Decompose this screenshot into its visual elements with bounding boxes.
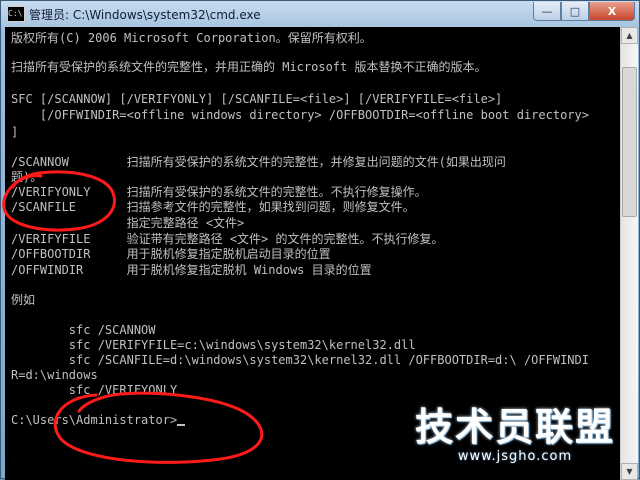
site-watermark: 技术员联盟 www.jsgho.com — [415, 405, 615, 464]
watermark-url: www.jsgho.com — [457, 449, 573, 464]
minimize-button[interactable]: — — [533, 2, 561, 21]
console-line: 版权所有(C) 2006 Microsoft Corporation。保留所有权… — [11, 31, 372, 45]
close-button[interactable]: X — [589, 2, 635, 21]
maximize-button[interactable]: □ — [561, 2, 589, 21]
prompt-text: C:\Users\Administrator> — [11, 413, 178, 427]
scrollbar-thumb[interactable] — [622, 67, 637, 217]
scroll-up-icon[interactable]: ▲ — [621, 27, 638, 44]
watermark-logo-text: 技术员联盟 — [415, 405, 616, 449]
window-controls: — □ X — [533, 2, 635, 21]
console-line: /OFFBOOTDIR 用于脱机修复指定脱机启动目录的位置 — [11, 247, 331, 261]
console-line: sfc /SCANNOW — [11, 323, 156, 337]
console-line: ] — [11, 125, 19, 139]
text-cursor — [177, 424, 186, 426]
cmd-window: C:\ 管理员: C:\Windows\system32\cmd.exe — □… — [0, 0, 640, 480]
console-line: SFC [/SCANNOW] [/VERIFYONLY] [/SCANFILE=… — [11, 92, 503, 106]
title-bar[interactable]: C:\ 管理员: C:\Windows\system32\cmd.exe — □… — [1, 1, 639, 27]
cmd-app-icon[interactable]: C:\ — [7, 6, 25, 22]
console-line: /VERIFYFILE 验证带有完整路径 <文件> 的文件的完整性。不执行修复。 — [11, 232, 444, 246]
console-line: sfc /VERIFYONLY — [11, 383, 178, 397]
console-line: 例如 — [11, 293, 36, 307]
console-line: /OFFWINDIR 用于脱机修复指定脱机 Windows 目录的位置 — [11, 263, 372, 277]
console-line: R=d:\windows — [11, 368, 98, 382]
console-line: [/OFFWINDIR=<offline windows directory> … — [11, 108, 589, 122]
console-line: /VERIFYONLY 扫描所有受保护的系统文件的完整性。不执行修复操作。 — [11, 185, 427, 199]
scroll-down-icon[interactable]: ▼ — [621, 463, 638, 480]
console-line: /SCANNOW 扫描所有受保护的系统文件的完整性，并修复出问题的文件(如果出现… — [11, 155, 506, 169]
command-prompt[interactable]: C:\Users\Administrator> — [11, 413, 186, 427]
console-line: sfc /VERIFYFILE=c:\windows\system32\kern… — [11, 338, 416, 352]
window-title: 管理员: C:\Windows\system32\cmd.exe — [29, 8, 261, 22]
console-line: 扫描所有受保护的系统文件的完整性，并用正确的 Microsoft 版本替换不正确… — [11, 60, 487, 74]
console-line: sfc /SCANFILE=d:\windows\system32\kernel… — [11, 353, 589, 367]
console-line: /SCANFILE 扫描参考文件的完整性，如果找到问题，则修复文件。 — [11, 200, 415, 214]
vertical-scrollbar[interactable]: ▲ ▼ — [620, 27, 638, 480]
console-line: 指定完整路径 <文件> — [11, 216, 245, 230]
console-line: 题)。 — [11, 170, 43, 184]
